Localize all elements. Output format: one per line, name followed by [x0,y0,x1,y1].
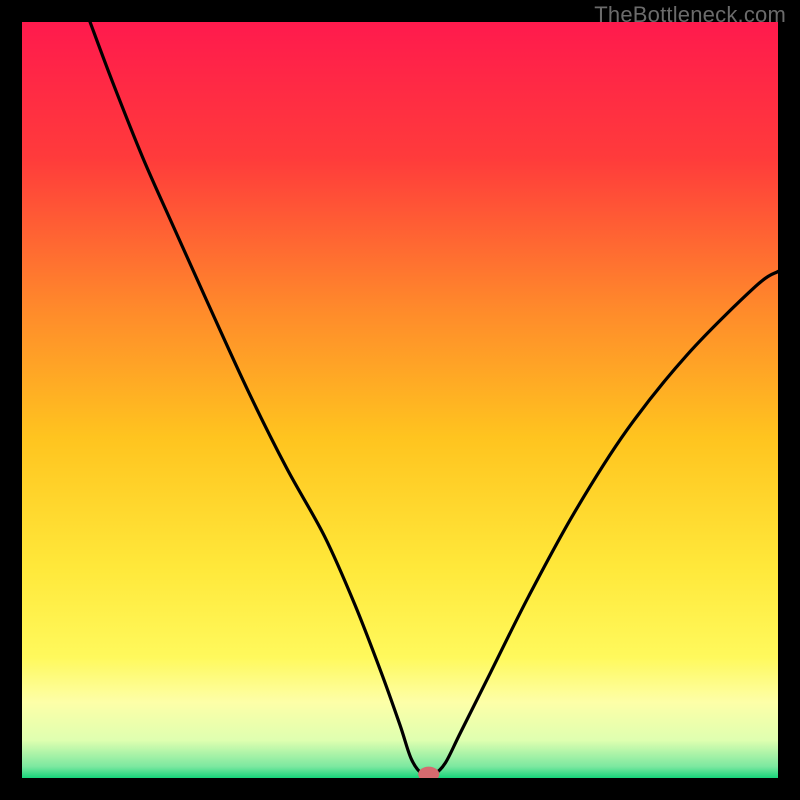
chart-frame [22,22,778,778]
bottleneck-chart [22,22,778,778]
chart-background [22,22,778,778]
